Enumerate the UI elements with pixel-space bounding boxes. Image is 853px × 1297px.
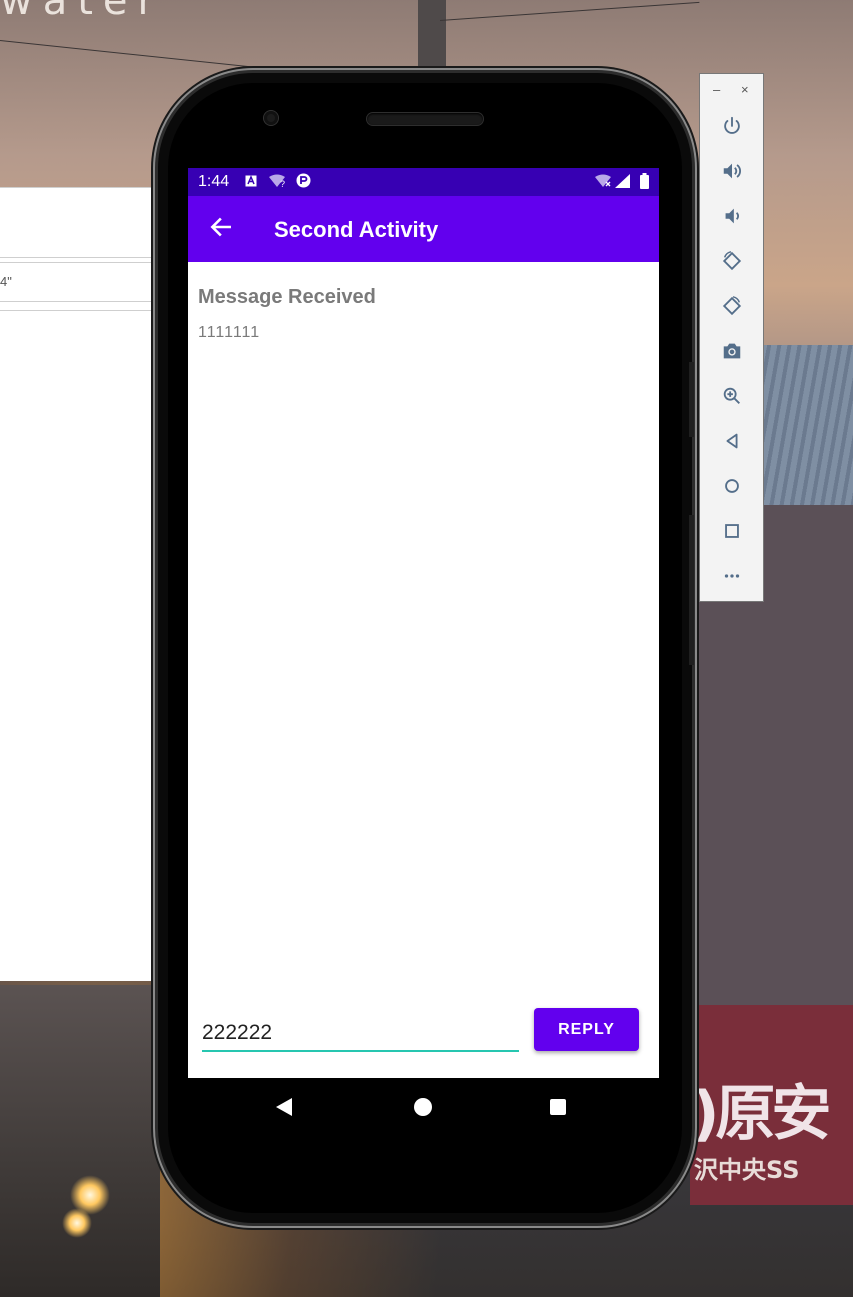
emulator-toolbar: – × bbox=[699, 73, 764, 602]
a-notification-icon bbox=[245, 175, 257, 187]
wifi-question-icon: ? bbox=[269, 174, 285, 188]
field-divider bbox=[0, 301, 158, 302]
power-side-button bbox=[689, 515, 694, 665]
back-button[interactable] bbox=[717, 426, 747, 456]
message-received-label: Message Received bbox=[198, 286, 376, 308]
app-bar: Second Activity bbox=[188, 196, 659, 262]
more-button[interactable] bbox=[717, 561, 747, 591]
front-camera bbox=[264, 111, 278, 125]
earpiece-speaker bbox=[367, 113, 483, 125]
rotate-left-button[interactable] bbox=[717, 246, 747, 276]
shop-sign-text: )原安 bbox=[692, 1079, 831, 1149]
svg-text:?: ? bbox=[280, 179, 285, 188]
nav-home-icon[interactable] bbox=[414, 1098, 432, 1116]
utility-pole bbox=[418, 0, 446, 80]
field-divider bbox=[0, 310, 158, 311]
phone-screen: 1:44 ? Second Activity Message Received … bbox=[188, 168, 659, 1078]
nav-recents-icon[interactable] bbox=[550, 1099, 566, 1115]
volume-down-icon bbox=[725, 208, 739, 224]
wifi-x-icon bbox=[595, 174, 611, 187]
status-time: 1:44 bbox=[198, 173, 230, 190]
car-headlight bbox=[62, 1208, 92, 1238]
status-bar: 1:44 ? bbox=[188, 168, 659, 196]
background-app-window[interactable]: 4" bbox=[0, 187, 158, 981]
nav-back-icon[interactable] bbox=[276, 1098, 292, 1116]
overview-icon bbox=[725, 524, 739, 538]
home-button[interactable] bbox=[717, 471, 747, 501]
zoom-icon bbox=[723, 387, 740, 404]
home-icon bbox=[725, 479, 739, 493]
back-icon bbox=[726, 433, 738, 449]
battery-icon bbox=[640, 173, 649, 189]
minimize-button[interactable]: – bbox=[713, 82, 720, 97]
overview-button[interactable] bbox=[717, 516, 747, 546]
navigation-bar bbox=[188, 1078, 659, 1136]
power-button[interactable] bbox=[717, 111, 747, 141]
volume-up-icon bbox=[723, 163, 741, 179]
signal-icon bbox=[615, 174, 630, 188]
reply-button[interactable]: REPLY bbox=[534, 1008, 639, 1051]
more-icon bbox=[724, 574, 740, 578]
arrow-left-icon[interactable] bbox=[208, 214, 234, 240]
volume-up-button[interactable] bbox=[717, 156, 747, 186]
page-title: Second Activity bbox=[274, 217, 439, 242]
field-divider bbox=[0, 257, 158, 258]
field-snippet: 4" bbox=[0, 274, 12, 289]
volume-down-button[interactable] bbox=[717, 201, 747, 231]
power-line bbox=[439, 1, 700, 21]
rotate-right-button[interactable] bbox=[717, 291, 747, 321]
reply-input[interactable] bbox=[202, 1016, 519, 1052]
wallpaper-text: water bbox=[0, 0, 164, 24]
street-scene bbox=[0, 985, 160, 1297]
rotate-left-icon bbox=[722, 251, 742, 271]
field-divider bbox=[0, 262, 158, 263]
camera-icon bbox=[723, 343, 741, 359]
volume-side-button bbox=[689, 362, 694, 437]
p-circle-icon bbox=[296, 173, 311, 188]
power-icon bbox=[724, 116, 740, 134]
message-received-value: 1111111 bbox=[198, 324, 261, 341]
shop-sign-subtext: 沢中央SS bbox=[694, 1156, 800, 1184]
zoom-button[interactable] bbox=[717, 381, 747, 411]
rotate-right-icon bbox=[722, 296, 742, 316]
close-button[interactable]: × bbox=[741, 82, 749, 97]
screenshot-button[interactable] bbox=[717, 336, 747, 366]
